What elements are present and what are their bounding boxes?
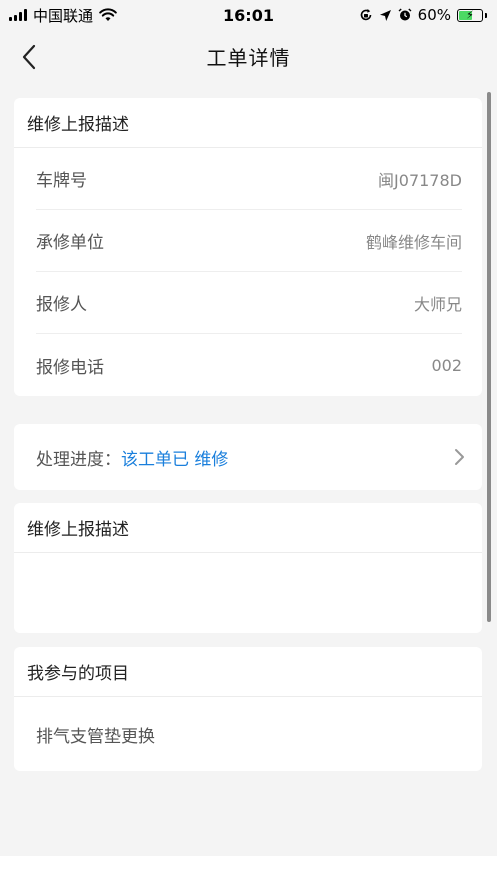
charging-icon: ⚡ (466, 8, 474, 22)
reporter-value: 大师兄 (413, 294, 462, 314)
progress-label: 处理进度： (36, 449, 121, 470)
chevron-right-icon (455, 449, 464, 465)
carrier-label: 中国联通 (33, 6, 94, 25)
screen: 中国联通 16:01 60% ⚡ 工单详情 维修上报描述 车牌号 闽J07178… (0, 0, 497, 883)
phone-value: 002 (431, 355, 462, 375)
signal-icon (9, 9, 27, 21)
report-card-header: 维修上报描述 (14, 98, 482, 148)
info-row-reporter: 报修人 大师兄 (36, 272, 462, 334)
location-icon (379, 9, 391, 21)
status-bar: 中国联通 16:01 60% ⚡ (0, 0, 497, 30)
scrollbar[interactable] (487, 92, 491, 622)
reporter-label: 报修人 (36, 295, 87, 315)
description-body (14, 553, 482, 633)
alarm-icon (398, 8, 412, 21)
project-card: 我参与的项目 排气支管垫更换 (14, 647, 482, 771)
plate-value: 闽J07178D (378, 170, 462, 190)
repair-unit-value: 鹤峰维修车间 (365, 232, 462, 252)
status-left: 中国联通 (9, 5, 117, 26)
page-title: 工单详情 (206, 45, 291, 70)
report-card: 维修上报描述 车牌号 闽J07178D 承修单位 鹤峰维修车间 报修人 大师兄 … (14, 98, 482, 396)
wifi-icon (99, 8, 117, 21)
battery-icon: ⚡ (457, 8, 487, 22)
description-card: 维修上报描述 (14, 503, 482, 633)
back-button[interactable] (14, 42, 44, 72)
info-row-repair-unit: 承修单位 鹤峰维修车间 (36, 210, 462, 272)
project-card-header: 我参与的项目 (14, 647, 482, 697)
phone-label: 报修电话 (36, 357, 104, 378)
info-row-plate: 车牌号 闽J07178D (36, 148, 462, 210)
description-card-header: 维修上报描述 (14, 503, 482, 553)
status-right: 60% ⚡ (359, 6, 487, 24)
info-row-phone: 报修电话 002 (36, 334, 462, 396)
project-item[interactable]: 排气支管垫更换 (14, 697, 482, 771)
progress-text: 处理进度：该工单已 维修 (36, 445, 228, 470)
plate-label: 车牌号 (36, 171, 87, 191)
repair-unit-label: 承修单位 (36, 233, 104, 253)
battery-percent: 60% (417, 6, 451, 24)
progress-value: 该工单已 维修 (121, 449, 229, 470)
progress-card[interactable]: 处理进度：该工单已 维修 (14, 424, 482, 490)
chevron-left-icon (22, 44, 36, 70)
nav-bar: 工单详情 (0, 30, 497, 82)
bottom-area (0, 856, 497, 883)
screen-lock-icon (360, 9, 371, 21)
